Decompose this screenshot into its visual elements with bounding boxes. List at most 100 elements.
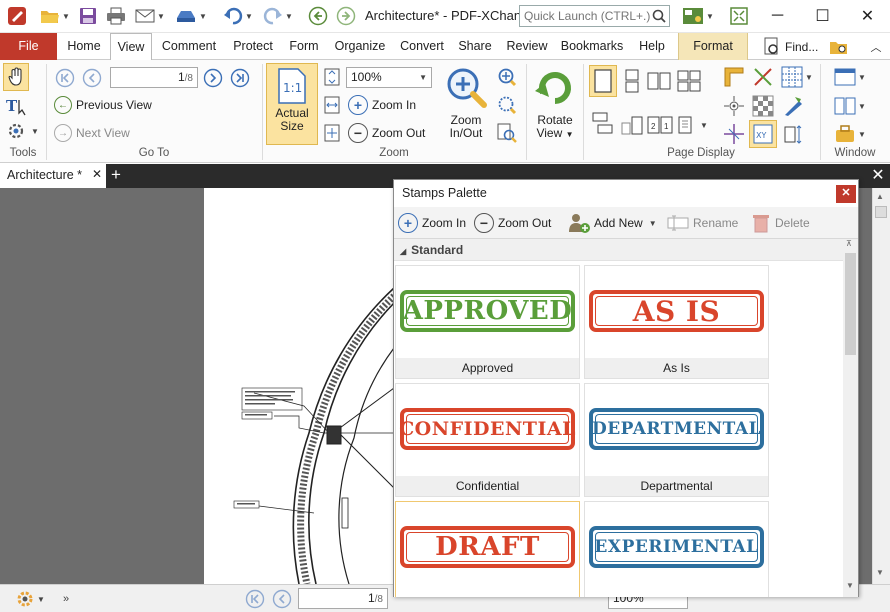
facing-continuous-icon[interactable] <box>676 68 702 94</box>
scroll-thumb[interactable] <box>875 206 887 218</box>
maximize-button[interactable]: ☐ <box>800 0 845 32</box>
minimize-button[interactable]: ─ <box>755 0 800 32</box>
scan-icon[interactable]: ▼ <box>172 5 210 27</box>
stamp-item-departmental[interactable]: DEPARTMENTAL Departmental <box>584 383 769 497</box>
crosshair-icon[interactable] <box>721 122 747 146</box>
forward-icon[interactable] <box>335 5 357 27</box>
find-button[interactable]: Find... <box>763 36 818 58</box>
tab-home[interactable]: Home <box>62 33 106 60</box>
facing-pages-icon[interactable] <box>646 68 672 94</box>
status-first-page-icon[interactable] <box>244 588 266 610</box>
zoom-level-select[interactable]: 100% ▼ <box>346 67 432 88</box>
expand-more-icon[interactable]: » <box>58 588 74 610</box>
transparency-grid-icon[interactable] <box>750 93 776 119</box>
loupe-icon[interactable] <box>496 122 518 144</box>
document-scrollbar[interactable]: ▲ ▼ <box>872 188 890 584</box>
stamp-item-approved[interactable]: APPROVED Approved <box>395 265 580 379</box>
previous-view-button[interactable]: ← Previous View <box>54 94 152 116</box>
rotate-view-button[interactable]: Rotate View ▼ <box>530 65 580 145</box>
search-icon[interactable] <box>650 5 668 27</box>
scroll-up-icon[interactable]: ▲ <box>876 192 884 201</box>
zoom-out-button[interactable]: − Zoom Out <box>348 122 425 144</box>
scroll-down-icon[interactable]: ▼ <box>876 568 884 577</box>
stamp-zoom-out-button[interactable]: − Zoom Out <box>474 212 551 234</box>
pdf-page[interactable] <box>204 188 397 585</box>
single-page-icon[interactable] <box>589 65 617 97</box>
next-view-button[interactable]: → Next View <box>54 122 130 144</box>
workspace-icon[interactable]: ▼ <box>830 122 870 146</box>
grid-icon[interactable]: ▼ <box>779 64 815 90</box>
previous-page-icon[interactable] <box>81 67 103 89</box>
tab-view[interactable]: View <box>110 33 152 61</box>
search-folder-icon[interactable] <box>828 36 850 58</box>
stamp-category-header[interactable]: ◢ Standard <box>394 239 843 261</box>
coordinates-icon[interactable]: XY <box>749 120 777 148</box>
back-icon[interactable] <box>307 5 329 27</box>
tab-file[interactable]: File <box>0 33 57 60</box>
close-tab-icon[interactable]: ✕ <box>92 167 102 181</box>
snapshot-tool-icon[interactable]: ▼ <box>4 120 42 142</box>
page-number-field[interactable]: 1/8 <box>110 67 198 88</box>
tab-convert[interactable]: Convert <box>396 33 448 60</box>
tab-review[interactable]: Review <box>502 33 552 60</box>
zoom-in-out-button[interactable]: Zoom In/Out <box>441 65 491 145</box>
next-page-icon[interactable] <box>202 67 224 89</box>
open-folder-icon[interactable]: ▼ <box>38 5 72 27</box>
stamp-scroll-thumb[interactable] <box>845 253 856 355</box>
fit-width-icon[interactable] <box>323 96 341 114</box>
stamp-scroll-down-icon[interactable]: ▼ <box>846 581 854 590</box>
marquee-zoom-icon[interactable] <box>496 94 518 116</box>
close-document-icon[interactable]: ✕ <box>869 164 887 188</box>
page-number-layout-icon[interactable]: 21 <box>646 112 674 138</box>
close-window-button[interactable]: ✕ <box>845 0 890 32</box>
stamp-scroll-top-icon[interactable]: ⊼ <box>846 239 852 248</box>
actual-size-button[interactable]: 1:1 Actual Size <box>266 63 318 145</box>
stamp-item-draft[interactable]: DRAFT <box>395 501 580 597</box>
save-icon[interactable] <box>77 5 99 27</box>
fullscreen-icon[interactable] <box>728 5 750 27</box>
tab-bookmarks[interactable]: Bookmarks <box>558 33 626 60</box>
stamp-item-as-is[interactable]: AS IS As Is <box>584 265 769 379</box>
split-view-icon[interactable] <box>591 110 617 136</box>
email-icon[interactable]: ▼ <box>133 5 167 27</box>
stamp-list-scrollbar[interactable]: ⊼ ▼ <box>843 239 858 597</box>
fit-visible-icon[interactable] <box>323 124 341 142</box>
status-page-field[interactable]: 1/8 <box>298 588 388 609</box>
first-page-icon[interactable] <box>54 67 76 89</box>
tab-comment[interactable]: Comment <box>157 33 221 60</box>
cover-page-icon[interactable] <box>620 112 644 138</box>
collapse-ribbon-icon[interactable]: ︿ <box>866 37 886 57</box>
stamp-item-confidential[interactable]: CONFIDENTIAL Confidential <box>395 383 580 497</box>
fit-page-icon[interactable] <box>323 68 341 86</box>
document-tab[interactable]: Architecture * ✕ <box>0 164 106 188</box>
hand-tool-icon[interactable] <box>3 63 29 91</box>
zoom-in-button[interactable]: + Zoom In <box>348 94 416 116</box>
stamp-item-experimental[interactable]: EXPERIMENTAL <box>584 501 769 597</box>
new-window-icon[interactable]: ▼ <box>830 64 870 90</box>
redo-icon[interactable]: ▼ <box>260 5 296 27</box>
rename-stamp-button[interactable]: Rename <box>667 212 738 234</box>
stamp-zoom-in-button[interactable]: + Zoom In <box>398 212 466 234</box>
tab-share[interactable]: Share <box>454 33 496 60</box>
page-layout-more-icon[interactable]: ▼ <box>678 112 708 138</box>
rulers-icon[interactable] <box>721 64 747 90</box>
select-text-icon[interactable]: T <box>4 95 30 117</box>
measure-icon[interactable] <box>750 64 776 90</box>
tab-organize[interactable]: Organize <box>330 33 390 60</box>
tab-protect[interactable]: Protect <box>227 33 279 60</box>
page-size-icon[interactable] <box>780 122 806 146</box>
customize-toolbar-icon[interactable]: ▼ <box>678 5 718 27</box>
snap-points-icon[interactable] <box>721 93 747 119</box>
quick-launch-input[interactable] <box>519 5 670 27</box>
tab-form[interactable]: Form <box>284 33 324 60</box>
arrange-windows-icon[interactable]: ▼ <box>830 93 870 119</box>
tab-format[interactable]: Format <box>678 33 748 60</box>
print-icon[interactable] <box>104 5 128 27</box>
dynamic-zoom-icon[interactable] <box>496 66 518 88</box>
last-page-icon[interactable] <box>229 67 251 89</box>
status-previous-page-icon[interactable] <box>271 588 293 610</box>
settings-gear-icon[interactable]: ▼ <box>10 588 50 610</box>
add-new-stamp-button[interactable]: Add New ▼ <box>567 211 657 235</box>
new-tab-icon[interactable]: + <box>108 165 124 187</box>
delete-stamp-button[interactable]: Delete <box>752 212 810 234</box>
